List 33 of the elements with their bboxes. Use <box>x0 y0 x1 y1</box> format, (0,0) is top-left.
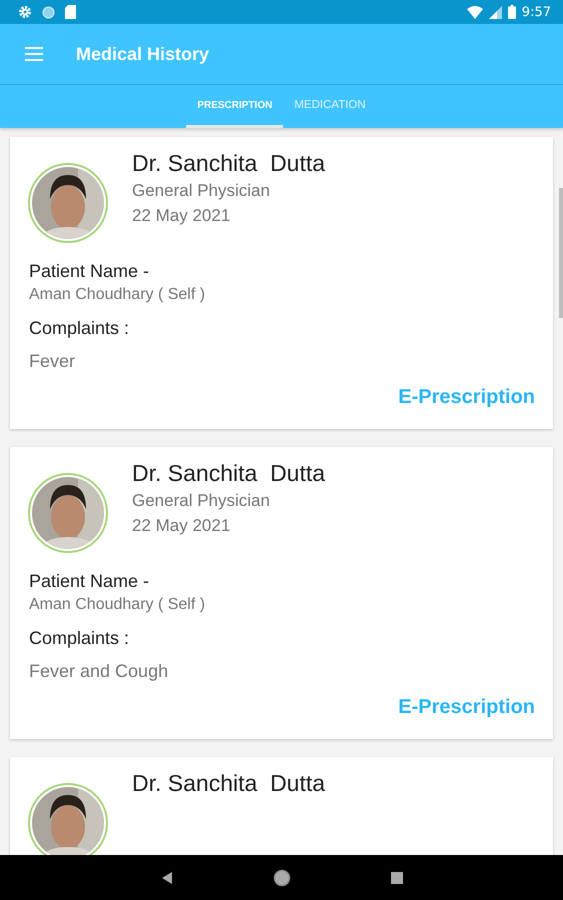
tab[interactable]: PRESCRIPTION <box>186 85 284 128</box>
visit-date: 22 May 2021 <box>132 515 232 537</box>
record-card[interactable]: Dr. Sanchita Dutta <box>10 757 553 855</box>
e-prescription-link[interactable]: E-Prescription <box>398 696 535 719</box>
doctor-specialty: General Physician <box>132 180 271 202</box>
sd-card-icon <box>65 5 76 19</box>
home-icon[interactable] <box>272 868 290 886</box>
complaints-label: Complaints : <box>28 628 130 649</box>
battery-icon <box>508 5 516 19</box>
doctor-name: Dr. Sanchita Dutta <box>132 459 326 488</box>
settings-icon <box>18 5 32 19</box>
screen-title: Medical History <box>76 44 210 64</box>
patient-label: Patient Name - <box>28 571 150 592</box>
complaints-text: Fever <box>28 351 76 372</box>
wifi-icon <box>466 6 483 18</box>
tab[interactable]: MEDICATION <box>283 85 377 128</box>
recents-icon[interactable] <box>390 872 402 884</box>
patient-label: Patient Name - <box>28 261 150 282</box>
complaints-label: Complaints : <box>28 318 130 339</box>
patient-name: Aman Choudhary ( Self ) <box>28 596 206 614</box>
doctor-specialty: General Physician <box>132 490 271 512</box>
e-prescription-link[interactable]: E-Prescription <box>398 386 535 409</box>
record-card[interactable]: Dr. Sanchita Dutta General Physician 22 May 2021 Patient Name - Aman Choudhary ( Self ) Complaints : Fever E-Prescription <box>10 137 553 429</box>
record-card[interactable]: Dr. Sanchita Dutta General Physician 22 May 2021 Patient Name - Aman Choudhary ( Self ) Complaints : Fever and Cough E-Prescription <box>10 447 553 739</box>
complaints-text: Fever and Cough <box>28 661 170 682</box>
doctor-name: Dr. Sanchita Dutta <box>132 769 326 798</box>
doctor-name: Dr. Sanchita Dutta <box>132 149 326 178</box>
circle-icon <box>42 6 55 18</box>
signal-icon <box>488 6 502 18</box>
clock-time: 9:57 <box>522 4 551 20</box>
visit-date: 22 May 2021 <box>132 205 232 227</box>
patient-name: Aman Choudhary ( Self ) <box>28 286 206 304</box>
back-icon[interactable] <box>160 872 172 884</box>
